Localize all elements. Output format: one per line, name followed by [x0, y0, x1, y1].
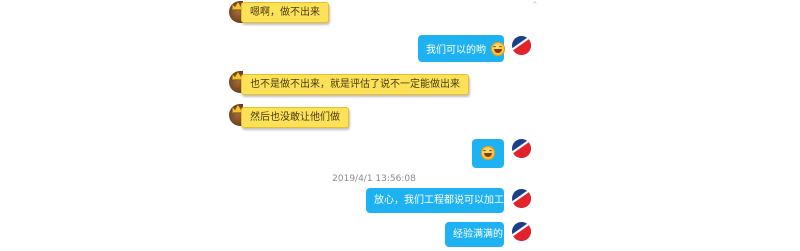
message-text: 也不是做不出来，就是评估了说不一定能做出来	[250, 79, 460, 90]
chevron-up-icon[interactable]: ⌃	[531, 2, 539, 11]
message-bubble-outgoing: 经验满满的	[445, 222, 504, 247]
grin-face-emoji-icon	[481, 146, 495, 160]
message-timestamp: 2019/4/1 13:56:08	[332, 174, 416, 184]
message-text: 我们可以的哟	[426, 45, 486, 56]
message-bubble-outgoing: 放心，我们工程都说可以加工的	[366, 188, 514, 213]
message-text: 嗯啊，做不出来	[250, 7, 320, 18]
grin-face-emoji-icon	[491, 41, 506, 56]
message-bubble-outgoing: 我们可以的哟	[418, 35, 506, 62]
avatar-self[interactable]	[512, 222, 531, 241]
avatar-self[interactable]	[512, 36, 531, 55]
message-text: 然后也没敢让他们做	[250, 112, 340, 123]
message-bubble-incoming: 也不是做不出来，就是评估了说不一定能做出来	[241, 74, 469, 95]
message-bubble-incoming: 然后也没敢让他们做	[241, 107, 349, 128]
message-text: 放心，我们工程都说可以加工的	[374, 195, 514, 206]
avatar-self[interactable]	[512, 139, 531, 158]
message-bubble-outgoing	[472, 139, 504, 168]
avatar-self[interactable]	[512, 189, 531, 208]
message-bubble-incoming: 嗯啊，做不出来	[241, 2, 329, 23]
message-text: 经验满满的	[453, 229, 503, 240]
